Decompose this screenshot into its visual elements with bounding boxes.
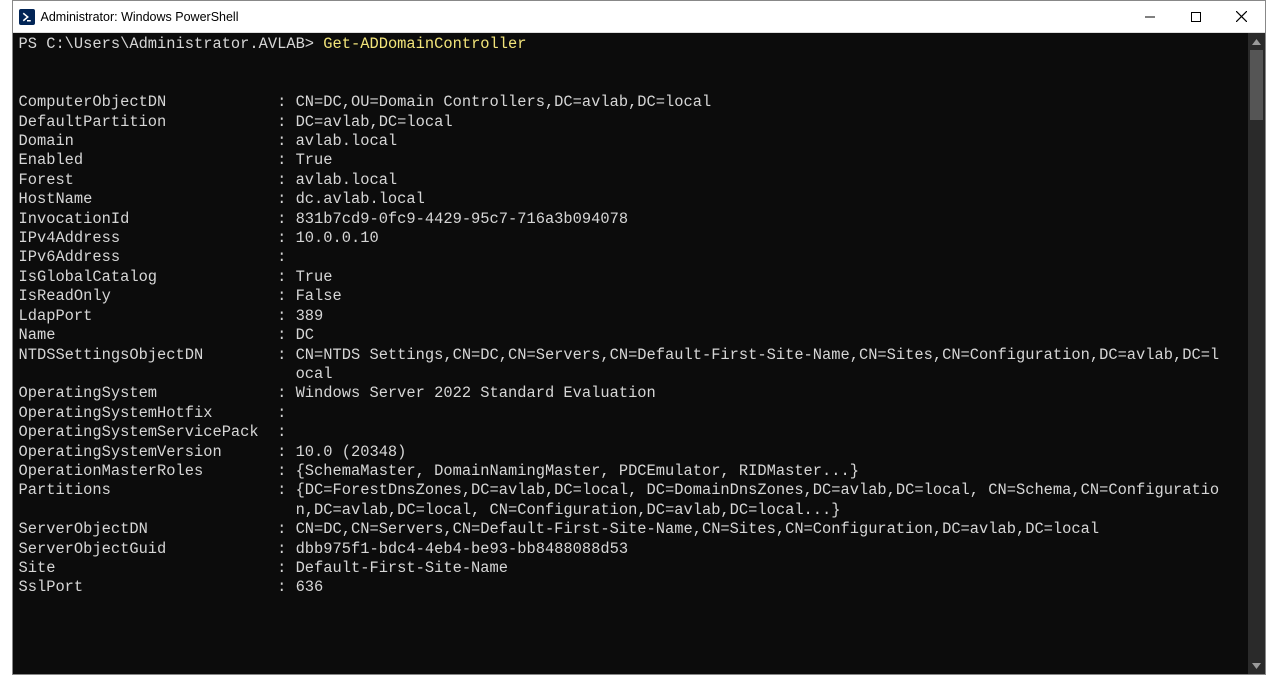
close-button[interactable] xyxy=(1219,1,1265,32)
vertical-scrollbar[interactable] xyxy=(1248,33,1265,674)
powershell-icon xyxy=(19,9,35,25)
powershell-window: Administrator: Windows PowerShell PS C:\… xyxy=(12,0,1266,675)
prompt-prefix: PS C:\Users\Administrator.AVLAB> xyxy=(19,35,324,53)
command-text: Get-ADDomainController xyxy=(323,35,526,53)
window-title: Administrator: Windows PowerShell xyxy=(41,10,239,24)
scroll-thumb[interactable] xyxy=(1250,50,1263,120)
titlebar[interactable]: Administrator: Windows PowerShell xyxy=(13,1,1265,33)
terminal-output[interactable]: PS C:\Users\Administrator.AVLAB> Get-ADD… xyxy=(13,33,1248,674)
scroll-down-arrow[interactable] xyxy=(1248,657,1265,674)
maximize-button[interactable] xyxy=(1173,1,1219,32)
scroll-up-arrow[interactable] xyxy=(1248,33,1265,50)
minimize-button[interactable] xyxy=(1127,1,1173,32)
